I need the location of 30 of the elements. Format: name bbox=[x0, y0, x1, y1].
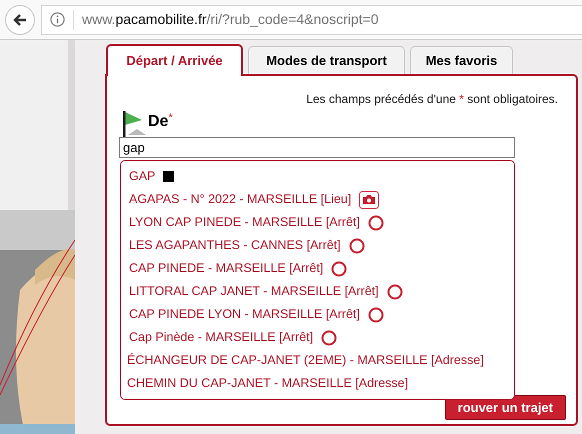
tab[interactable]: Modes de transport bbox=[248, 46, 405, 75]
suggestion-item[interactable]: AGAPAS - N° 2022 - MARSEILLE [Lieu] bbox=[129, 190, 352, 209]
suggestion-item[interactable]: LITTORAL CAP JANET - MARSEILLE [Arrêt] bbox=[129, 282, 379, 301]
info-icon[interactable] bbox=[50, 12, 65, 27]
field-label: De$^{*}$ bbox=[148, 110, 173, 132]
suggestion-item[interactable]: Cap Pinède - MARSEILLE [Arrêt] bbox=[129, 328, 314, 347]
circle-icon bbox=[321, 330, 338, 346]
circle-icon bbox=[331, 260, 348, 276]
from-input[interactable]: gap bbox=[119, 137, 515, 158]
circle-icon bbox=[368, 306, 384, 322]
suggestion-item[interactable]: ÉCHANGEUR DE CAP-JANET (2EME) - MARSEILLE [Adresse] bbox=[127, 351, 484, 370]
suggestion-item[interactable]: CHEMIN DU CAP-JANET - MARSEILLE [Adresse] bbox=[127, 374, 408, 393]
tab[interactable]: Mes favoris bbox=[410, 46, 513, 75]
back-button[interactable] bbox=[5, 4, 35, 34]
flag-icon bbox=[122, 111, 146, 137]
address-bar[interactable]: www.pacamobilite.fr/ri/?rub_code=4&noscript=0 bbox=[41, 4, 582, 34]
suggestion-item[interactable]: CAP PINEDE - MARSEILLE [Arrêt] bbox=[129, 259, 324, 278]
square-icon bbox=[163, 171, 174, 182]
required-note: Les champs précédés d'une * sont obligatoires. bbox=[306, 91, 558, 108]
suggestion-item[interactable]: LES AGAPANTHES - CANNES [Arrêt] bbox=[129, 236, 341, 255]
tab[interactable]: Départ / Arrivée bbox=[106, 44, 243, 76]
back-arrow-icon bbox=[13, 12, 27, 26]
camera-icon bbox=[359, 190, 380, 208]
suggestion-item[interactable]: LYON CAP PINEDE - MARSEILLE [Arrêt] bbox=[129, 213, 360, 232]
url-text: www.pacamobilite.fr/ri/?rub_code=4&noscript=0 bbox=[82, 10, 378, 29]
circle-icon bbox=[386, 284, 403, 300]
circle-icon bbox=[368, 214, 384, 230]
circle-icon bbox=[348, 238, 365, 254]
suggestion-item[interactable]: CAP PINEDE LYON - MARSEILLE [Arrêt] bbox=[129, 305, 360, 324]
suggestion-item[interactable]: GAP bbox=[129, 167, 156, 186]
